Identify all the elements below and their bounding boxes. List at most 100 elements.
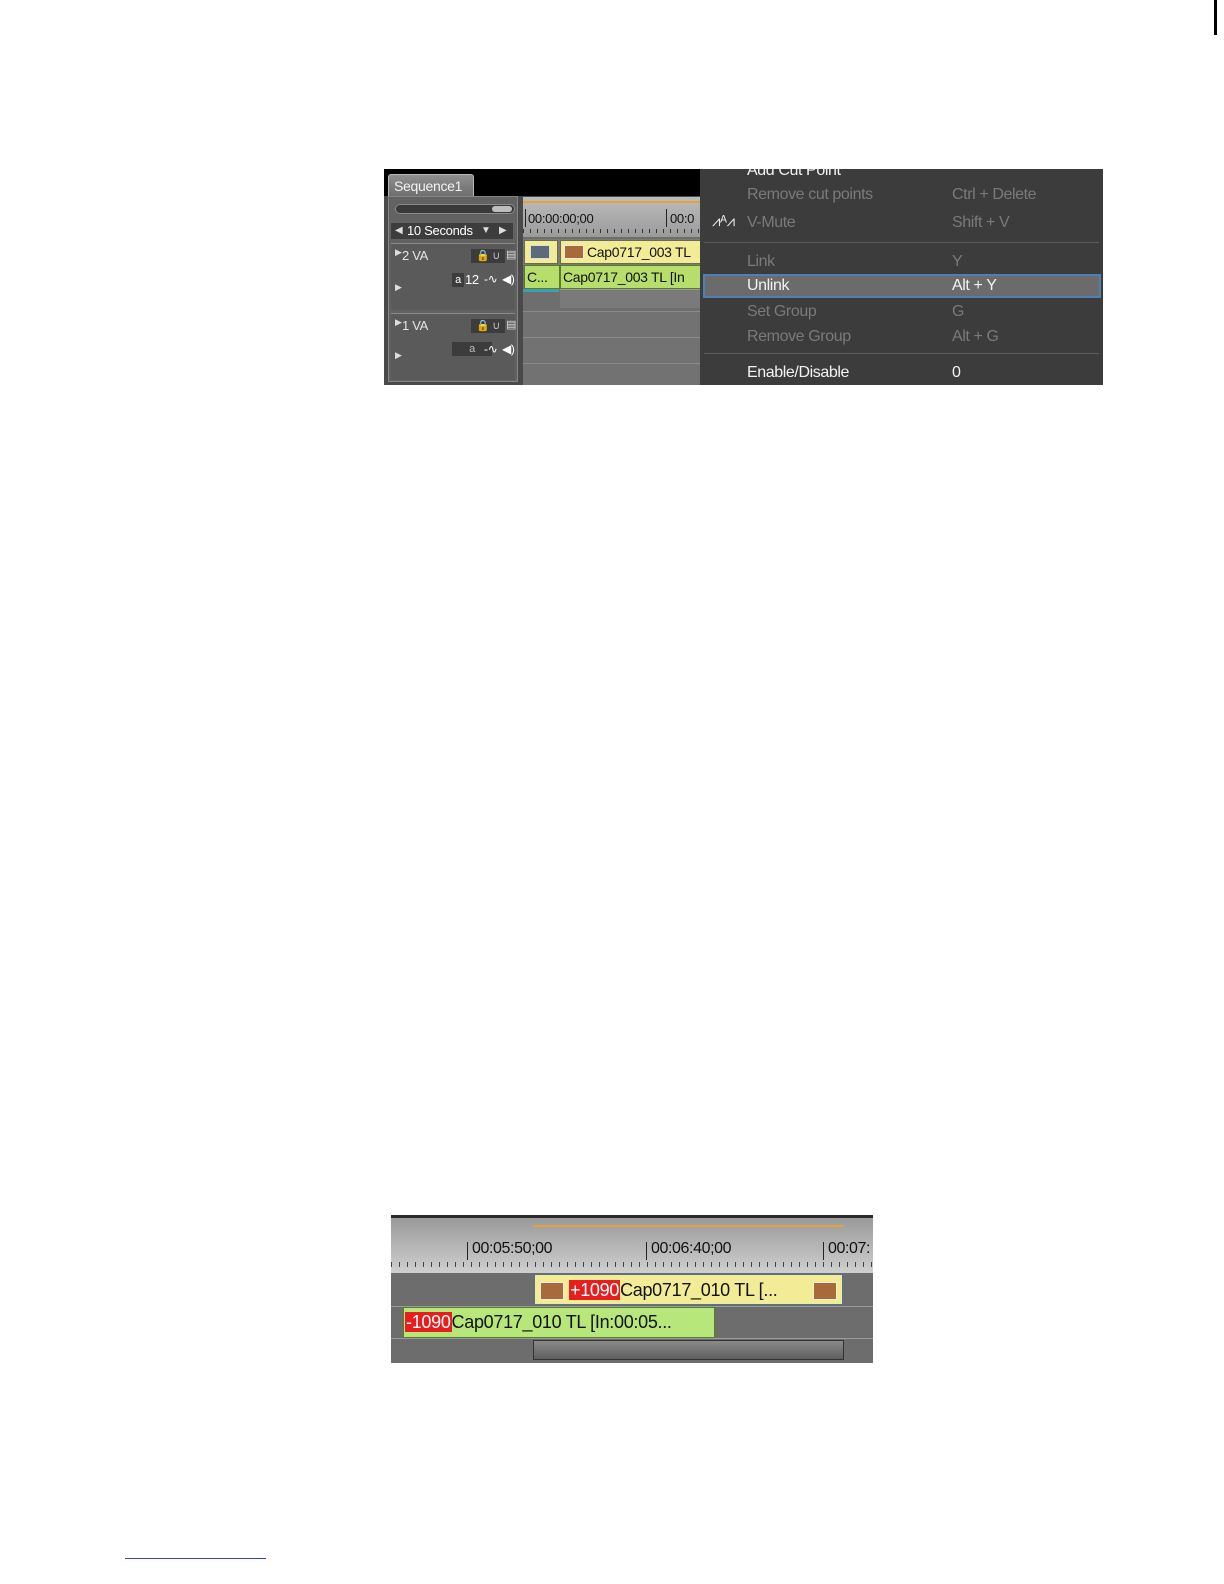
footnote-rule xyxy=(125,1558,266,1559)
menu-item-shortcut: Y xyxy=(952,253,963,270)
clip-name: Cap0717_010 TL [... xyxy=(620,1280,778,1300)
chevron-down-icon[interactable]: ▼ xyxy=(481,223,491,239)
track-header-panel: ◀ 10 Seconds ▼ ▶ ▶ 2 VA 🔒 ∪ ▤ ▶ a 12 -∿ … xyxy=(388,196,518,382)
ruler-ticks xyxy=(523,229,703,233)
zoom-next-icon[interactable]: ▶ xyxy=(499,223,507,239)
expand-audio-icon[interactable]: ▶ xyxy=(395,282,402,293)
ruler-mark xyxy=(823,1242,824,1260)
speaker-icon[interactable]: ◀) xyxy=(502,272,515,286)
audio-lock-icon[interactable]: a xyxy=(452,273,464,287)
menu-item-label: Enable/Disable xyxy=(747,364,850,381)
waveform-icon[interactable]: -∿ xyxy=(484,342,498,356)
ruler-timecode-partial: 00:0 xyxy=(670,211,695,226)
audio-channel-number: 12 xyxy=(465,272,479,287)
film-icon[interactable]: ▤ xyxy=(506,248,516,261)
track-lane-1a[interactable] xyxy=(523,337,703,364)
page-edge-mark xyxy=(1214,0,1217,35)
zoom-selector[interactable]: ◀ 10 Seconds ▼ ▶ xyxy=(391,223,513,239)
clip-thumbnail-icon xyxy=(564,245,584,259)
audio-clip[interactable]: -1090Cap0717_010 TL [In:00:05... xyxy=(403,1307,715,1338)
in-out-range-bar xyxy=(523,201,703,203)
menu-separator xyxy=(704,242,1099,243)
speaker-icon[interactable]: ◀) xyxy=(502,342,515,356)
film-icon[interactable]: ▤ xyxy=(506,318,516,331)
video-clip[interactable]: Cap0717_003 TL xyxy=(560,240,705,264)
menu-item-shortcut: Ctrl + Delete xyxy=(952,186,1037,203)
menu-separator xyxy=(704,353,1099,354)
menu-item-label: Add Cut Point xyxy=(747,169,841,179)
menu-item-remove-group[interactable]: Remove Group Alt + G xyxy=(700,325,1103,349)
ruler-timecode: 00:05:50;00 xyxy=(472,1240,553,1257)
clip-label: +1090Cap0717_010 TL [... xyxy=(569,1277,778,1303)
zoom-label: 10 Seconds xyxy=(407,223,473,238)
tab-sequence1[interactable]: Sequence1 xyxy=(388,174,474,196)
clip-name: Cap0717_003 TL [In xyxy=(563,269,685,285)
ruler-ticks xyxy=(391,1262,873,1267)
expand-track-icon[interactable]: ▶ xyxy=(395,247,402,258)
timeline-ruler[interactable]: 00:05:50;00 00:06:40;00 00:07: xyxy=(391,1215,873,1273)
timeline-context-menu-screenshot: Sequence1 ◀ 10 Seconds ▼ ▶ ▶ 2 VA 🔒 ∪ ▤ … xyxy=(384,169,1103,385)
in-out-range-bar xyxy=(533,1225,844,1227)
clip-thumbnail-icon xyxy=(540,1282,564,1300)
clip-name: Cap0717_003 TL xyxy=(587,244,691,260)
clip-status-bar xyxy=(523,289,559,292)
unlinked-clips-screenshot: 00:05:50;00 00:06:40;00 00:07: +1090Cap0… xyxy=(391,1215,873,1363)
track-lane-empty[interactable] xyxy=(523,363,703,385)
expand-track-icon[interactable]: ▶ xyxy=(395,317,402,328)
menu-item-shortcut: 0 xyxy=(952,364,961,381)
ruler-timecode: 00:07: xyxy=(828,1240,871,1257)
track-name: 1 VA xyxy=(402,318,429,333)
menu-item-add-cut-point[interactable]: Add Cut Point xyxy=(700,169,1103,183)
clip-lower-bar[interactable] xyxy=(533,1340,844,1360)
menu-item-label: Set Group xyxy=(747,303,817,320)
menu-item-label: Remove Group xyxy=(747,328,851,345)
menu-item-unlink[interactable]: Unlink Alt + Y xyxy=(703,274,1101,298)
clip-name: C... xyxy=(527,269,548,285)
track-header-2va[interactable]: ▶ 2 VA 🔒 ∪ ▤ ▶ a 12 -∿ ◀) xyxy=(391,243,516,310)
sync-offset-badge: -1090 xyxy=(405,1312,452,1332)
timeline-zoom-scroller[interactable] xyxy=(395,204,515,214)
menu-item-shortcut: Alt + G xyxy=(952,328,999,345)
ruler-mark xyxy=(467,1242,468,1260)
menu-item-label: Link xyxy=(747,253,775,270)
track-lane-1v[interactable] xyxy=(523,311,703,338)
menu-item-v-mute[interactable]: ⩘ᴬ⩘ V-Mute Shift + V xyxy=(700,211,1103,235)
scroller-thumb[interactable] xyxy=(492,206,512,212)
timeline-area[interactable]: 00:00:00;00 00:0 Cap0717_003 TL C... Cap… xyxy=(523,197,705,385)
video-clip-head[interactable] xyxy=(524,240,558,264)
clip-label: -1090Cap0717_010 TL [In:00:05... xyxy=(405,1308,672,1336)
menu-item-shortcut: Shift + V xyxy=(952,214,1010,231)
menu-item-link[interactable]: Link Y xyxy=(700,250,1103,274)
context-menu: Add Cut Point Remove cut points Ctrl + D… xyxy=(700,169,1103,385)
ruler-mark xyxy=(646,1242,647,1260)
menu-item-set-group[interactable]: Set Group G xyxy=(700,300,1103,324)
track-divider xyxy=(391,1338,873,1339)
track-header-1va[interactable]: ▶ 1 VA 🔒 ∪ ▤ ▶ a -∿ ◀) xyxy=(391,313,516,380)
menu-item-label: V-Mute xyxy=(747,214,796,231)
menu-item-label: Remove cut points xyxy=(747,186,873,203)
clip-thumbnail-icon xyxy=(813,1282,837,1300)
timeline-ruler[interactable]: 00:00:00;00 00:0 xyxy=(523,197,703,237)
sync-offset-badge: +1090 xyxy=(569,1280,621,1300)
clip-name: Cap0717_010 TL [In:00:05... xyxy=(451,1312,672,1332)
menu-item-label: Unlink xyxy=(747,277,790,294)
waveform-icon[interactable]: -∿ xyxy=(484,272,498,286)
lock-sync-icon[interactable]: 🔒 ∪ xyxy=(471,319,505,333)
track-name: 2 VA xyxy=(402,248,429,263)
menu-item-remove-cut-points[interactable]: Remove cut points Ctrl + Delete xyxy=(700,183,1103,207)
video-clip[interactable]: +1090Cap0717_010 TL [... xyxy=(533,1273,844,1306)
clip-thumbnail-icon xyxy=(530,245,550,259)
lock-sync-icon[interactable]: 🔒 ∪ xyxy=(471,249,505,263)
menu-item-enable-disable[interactable]: Enable/Disable 0 xyxy=(700,361,1103,385)
menu-item-shortcut: G xyxy=(952,303,965,320)
v-mute-icon: ⩘ᴬ⩘ xyxy=(712,213,735,230)
audio-clip[interactable]: Cap0717_003 TL [In xyxy=(560,265,705,289)
ruler-timecode: 00:00:00;00 xyxy=(528,211,594,226)
zoom-prev-icon[interactable]: ◀ xyxy=(395,223,403,239)
ruler-timecode: 00:06:40;00 xyxy=(651,1240,732,1257)
ruler-mark xyxy=(525,209,526,227)
expand-audio-icon[interactable]: ▶ xyxy=(395,350,402,361)
track-lane-2a-lower[interactable] xyxy=(560,289,703,308)
audio-clip-short[interactable]: C... xyxy=(524,265,560,289)
ruler-mark xyxy=(666,209,667,227)
